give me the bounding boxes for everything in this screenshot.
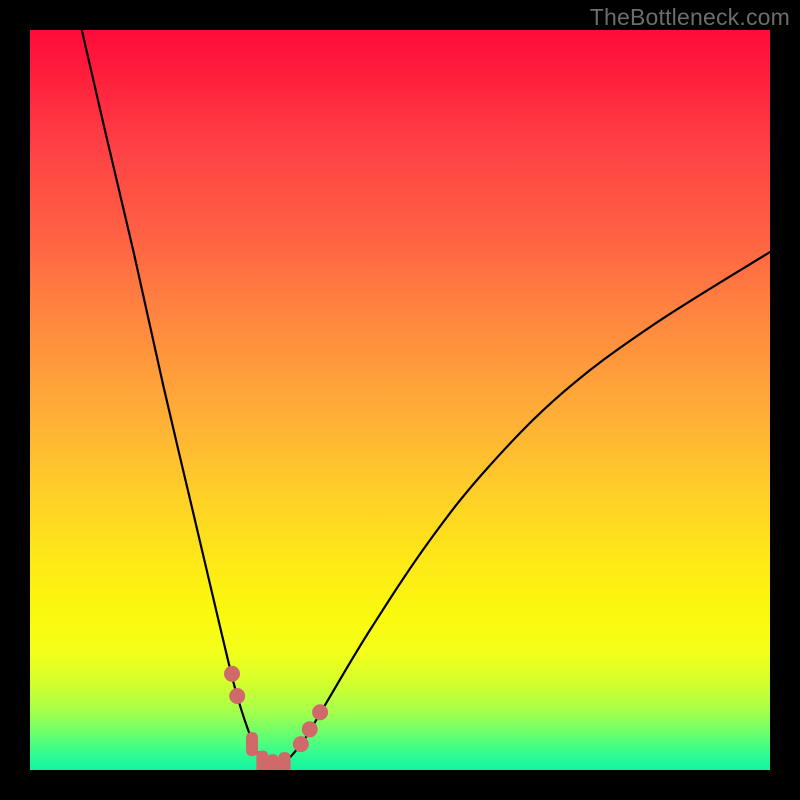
optimal-marker-dot — [224, 666, 240, 682]
optimal-marker-dot — [229, 688, 245, 704]
chart-frame: TheBottleneck.com — [0, 0, 800, 800]
optimal-marker-dot — [302, 721, 318, 737]
curve-left-branch — [82, 30, 263, 763]
plot-area — [30, 30, 770, 770]
curve-right-branch — [285, 252, 770, 763]
chart-overlay — [30, 30, 770, 770]
optimal-markers — [224, 666, 328, 770]
optimal-marker-bar — [267, 754, 279, 770]
optimal-marker-bar — [246, 732, 258, 756]
optimal-marker-dot — [312, 704, 328, 720]
watermark-text: TheBottleneck.com — [590, 4, 790, 31]
optimal-marker-bar — [256, 751, 268, 770]
optimal-marker-dot — [293, 736, 309, 752]
optimal-marker-bar — [279, 752, 291, 770]
